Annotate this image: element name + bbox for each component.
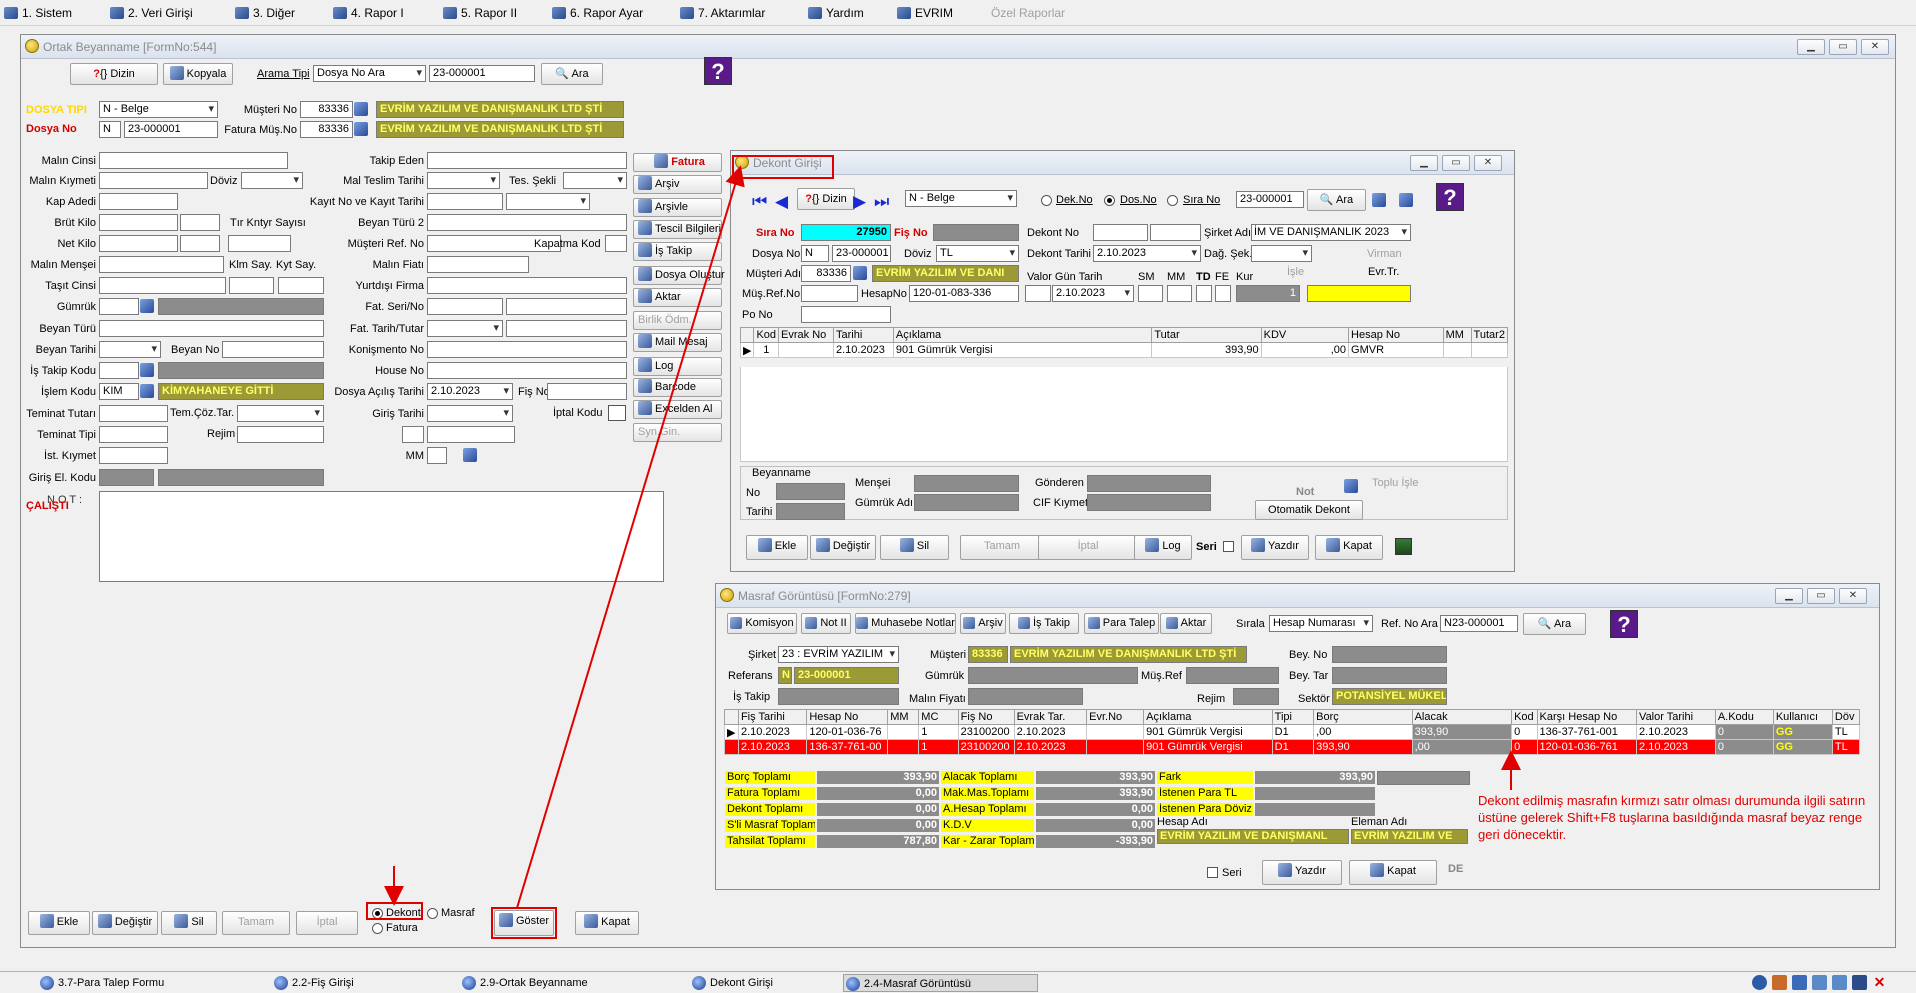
task-icon (462, 976, 476, 990)
task-para-talep[interactable]: 3.7-Para Talep Formu (38, 974, 164, 992)
task-masraf-goruntusu[interactable]: 2.4-Masraf Görüntüsü (843, 974, 1038, 992)
zoom-out-tray-icon[interactable] (1832, 975, 1847, 990)
save-tray-icon[interactable] (1852, 975, 1867, 990)
printer-tray-icon[interactable] (1792, 975, 1807, 990)
users-tray-icon[interactable] (1772, 975, 1787, 990)
taskbar: 3.7-Para Talep Formu 2.2-Fiş Girişi 2.9-… (0, 971, 1916, 993)
task-ortak-beyanname[interactable]: 2.9-Ortak Beyanname (460, 974, 588, 992)
annotation-arrows (384, 165, 1521, 909)
task-icon (40, 976, 54, 990)
arrow-goster-to-dekont (516, 165, 745, 909)
zoom-in-tray-icon[interactable] (1812, 975, 1827, 990)
task-icon (846, 977, 860, 991)
task-dekont-girisi[interactable]: Dekont Girişi (690, 974, 773, 992)
task-icon (692, 976, 706, 990)
task-fis-girisi[interactable]: 2.2-Fiş Girişi (272, 974, 354, 992)
close-tray-icon[interactable]: ✕ (1872, 975, 1887, 990)
help-tray-icon[interactable] (1752, 975, 1767, 990)
task-icon (274, 976, 288, 990)
